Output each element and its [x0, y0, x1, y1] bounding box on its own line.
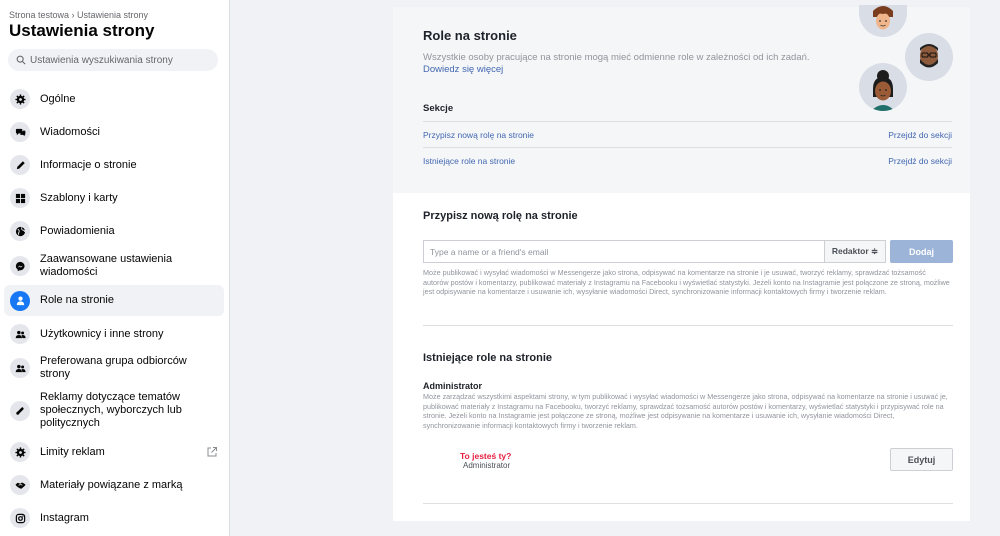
search-input[interactable] — [30, 54, 210, 66]
section-link-assign[interactable]: Przypisz nową rolę na stronie — [423, 130, 534, 140]
sidebar-item-label: Ogólne — [40, 92, 76, 105]
sidebar-item-page-roles[interactable]: Role na stronie — [4, 285, 224, 316]
external-link-icon[interactable] — [206, 446, 218, 458]
page-title: Ustawienia strony — [9, 21, 155, 40]
globe-icon — [10, 221, 30, 241]
divider — [423, 503, 953, 504]
section-title: Role na stronie — [423, 28, 517, 43]
assign-role-title: Przypisz nową rolę na stronie — [423, 210, 578, 222]
divider — [423, 325, 953, 326]
megaphone-icon — [10, 400, 30, 421]
sidebar-item-label: Limity reklam — [40, 445, 105, 458]
sidebar-item-label: Zaawansowane ustawienia wiadomości — [40, 253, 173, 278]
section-row[interactable]: Przypisz nową rolę na stronie Przejdź do… — [423, 121, 952, 147]
breadcrumb[interactable]: Strona testowa › Ustawienia strony — [9, 10, 148, 20]
role-title: Administrator — [423, 381, 483, 391]
pencil-icon — [10, 155, 30, 175]
go-to-section-link[interactable]: Przejdź do sekcji — [888, 130, 952, 140]
existing-roles-title: Istniejące role na stronie — [423, 352, 552, 364]
sidebar-item-label: Role na stronie — [40, 294, 114, 306]
sidebar-item-audience[interactable]: Preferowana grupa odbiorców strony — [4, 353, 224, 383]
sidebar-item-label: Powiadomienia — [40, 224, 115, 237]
sidebar-item-people-pages[interactable]: Użytkownicy i inne strony — [4, 321, 224, 347]
gear-icon — [10, 89, 30, 109]
sidebar-item-label: Szablony i karty — [40, 191, 118, 204]
sidebar-item-label: Instagram — [40, 511, 89, 524]
settings-sidebar: Strona testowa › Ustawienia strony Ustaw… — [0, 0, 230, 536]
section-link-existing[interactable]: Istniejące role na stronie — [423, 156, 515, 166]
chat-bubbles-icon — [10, 122, 30, 142]
sidebar-item-messages[interactable]: Wiadomości — [4, 119, 224, 145]
sidebar-item-templates[interactable]: Szablony i karty — [4, 185, 224, 211]
grid-icon — [10, 188, 30, 208]
learn-more-link[interactable]: Dowiedz się więcej — [423, 64, 503, 75]
sidebar-item-ad-limits[interactable]: Limity reklam — [4, 439, 224, 465]
name-or-email-input[interactable] — [423, 240, 825, 263]
section-row[interactable]: Istniejące role na stronie Przejdź do se… — [423, 147, 952, 173]
is-this-you-label: To jesteś ty? — [460, 451, 512, 461]
person-icon — [10, 290, 30, 311]
role-description: Może zarządzać wszystkimi aspektami stro… — [423, 392, 948, 430]
add-button[interactable]: Dodaj — [890, 240, 953, 263]
avatar-illustration-3 — [859, 63, 907, 111]
go-to-section-link[interactable]: Przejdź do sekcji — [888, 156, 952, 166]
handshake-icon — [10, 475, 30, 495]
roles-description: Wszystkie osoby pracujące na stronie mog… — [423, 52, 810, 75]
people-icon — [10, 358, 30, 378]
sidebar-item-general[interactable]: Ogólne — [4, 86, 224, 112]
sidebar-item-label: Informacje o stronie — [40, 158, 137, 171]
edit-button[interactable]: Edytuj — [890, 448, 953, 471]
sidebar-item-instagram[interactable]: Instagram — [4, 505, 224, 531]
gear-icon — [10, 442, 30, 462]
roles-overview: Role na stronie Wszystkie osoby pracując… — [393, 5, 970, 193]
messenger-icon — [10, 256, 30, 276]
role-select[interactable]: Redaktor ≑ — [824, 240, 886, 263]
sidebar-item-branded-content[interactable]: Materiały powiązane z marką — [4, 472, 224, 498]
sidebar-item-label: Reklamy dotyczące tematów społecznych, w… — [40, 391, 182, 429]
sidebar-item-label: Wiadomości — [40, 125, 100, 138]
user-role-label: Administrator — [463, 461, 511, 470]
people-icon — [10, 324, 30, 344]
avatar-illustration-2 — [905, 33, 953, 81]
search-icon — [16, 55, 26, 65]
page-roles-panel: Role na stronie Wszystkie osoby pracując… — [393, 5, 970, 521]
sidebar-item-political-ads[interactable]: Reklamy dotyczące tematów społecznych, w… — [4, 389, 224, 432]
sidebar-item-label: Użytkownicy i inne strony — [40, 327, 164, 340]
sidebar-item-page-info[interactable]: Informacje o stronie — [4, 152, 224, 178]
sidebar-item-notifications[interactable]: Powiadomienia — [4, 218, 224, 244]
instagram-icon — [10, 508, 30, 528]
sidebar-item-label: Preferowana grupa odbiorców strony — [40, 355, 187, 380]
sidebar-item-label: Materiały powiązane z marką — [40, 478, 183, 491]
role-description: Może publikować i wysyłać wiadomości w M… — [423, 268, 950, 297]
sections-label: Sekcje — [423, 103, 454, 114]
avatar-illustration-1 — [859, 5, 907, 37]
sidebar-item-advanced-messaging[interactable]: Zaawansowane ustawienia wiadomości — [4, 251, 224, 281]
search-box[interactable] — [8, 49, 218, 71]
